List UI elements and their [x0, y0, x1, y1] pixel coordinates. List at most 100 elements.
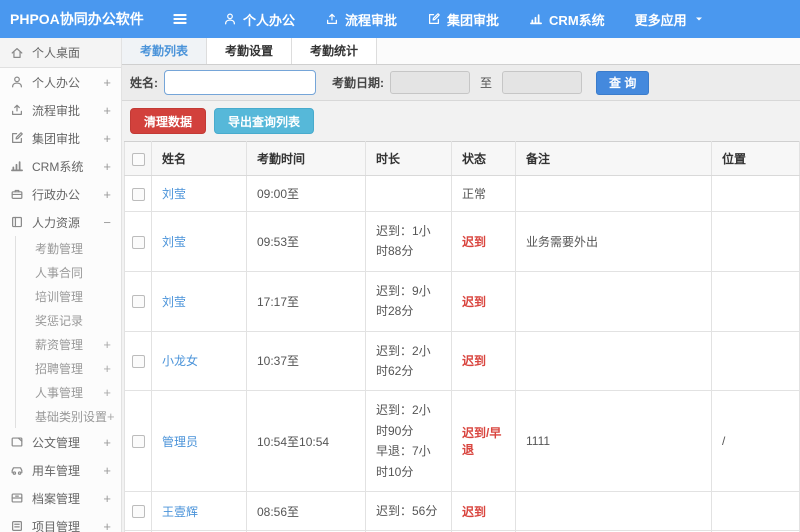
- row-select-cell: [124, 270, 152, 332]
- expand-icon[interactable]: +: [107, 409, 115, 424]
- employee-name-link[interactable]: 刘莹: [162, 187, 186, 201]
- sidebar-item-集团审批[interactable]: 集团审批 +: [0, 124, 121, 152]
- employee-name-link[interactable]: 刘莹: [162, 295, 186, 309]
- tab-考勤统计[interactable]: 考勤统计: [292, 38, 378, 64]
- nav-item-更多应用[interactable]: 更多应用: [635, 10, 705, 29]
- sidebar-item-label: 档案管理: [32, 491, 81, 506]
- sidebar-item-label: 行政办公: [32, 187, 81, 202]
- sidebar-item-CRM系统[interactable]: CRM系统 +: [0, 152, 121, 180]
- nav-item-label: 个人办公: [243, 12, 296, 28]
- sidebar-item-档案管理[interactable]: 档案管理 +: [0, 484, 121, 512]
- sidebar-subitem-考勤管理[interactable]: 考勤管理: [16, 236, 121, 260]
- sidebar-subitem-label: 人事管理: [35, 385, 84, 400]
- export-list-button[interactable]: 导出查询列表: [214, 108, 315, 134]
- name-cell: 小龙女: [151, 330, 247, 392]
- date-from-input[interactable]: [390, 71, 470, 94]
- employee-name-link[interactable]: 管理员: [162, 435, 198, 449]
- employee-name-link[interactable]: 王壹辉: [162, 505, 198, 519]
- tab-考勤列表[interactable]: 考勤列表: [122, 38, 208, 64]
- expand-icon[interactable]: +: [103, 463, 111, 478]
- sidebar-item-用车管理[interactable]: 用车管理 +: [0, 456, 121, 484]
- name-filter-input[interactable]: [164, 70, 316, 95]
- column-header-姓名: 姓名: [151, 141, 247, 176]
- note-cell: [515, 330, 712, 392]
- car-icon: [10, 463, 24, 477]
- upload-icon: [325, 12, 339, 26]
- sidebar-item-个人办公[interactable]: 个人办公 +: [0, 68, 121, 96]
- status-badge: 迟到: [462, 294, 487, 309]
- row-checkbox[interactable]: [131, 355, 145, 369]
- select-all-checkbox[interactable]: [131, 152, 145, 166]
- sidebar-subitem-label: 人事合同: [35, 265, 84, 280]
- hamburger-menu-icon[interactable]: [165, 10, 195, 28]
- sidebar-item-公文管理[interactable]: 公文管理 +: [0, 428, 121, 456]
- user-icon: [223, 12, 237, 26]
- nav-item-label: 集团审批: [447, 12, 500, 28]
- expand-icon[interactable]: +: [103, 435, 111, 450]
- note-cell: 1111: [515, 390, 712, 492]
- sidebar-item-人力资源[interactable]: 人力资源 −: [0, 208, 121, 236]
- caret-down-icon: [693, 13, 705, 25]
- time-cell: 10:54至10:54: [246, 390, 366, 492]
- sidebar-subitem-label: 培训管理: [35, 289, 84, 304]
- employee-name-link[interactable]: 小龙女: [162, 354, 198, 368]
- note-cell: [515, 270, 712, 332]
- expand-icon[interactable]: +: [103, 103, 111, 118]
- nav-item-流程审批[interactable]: 流程审批: [325, 10, 397, 29]
- sidebar-subitem-label: 基础类别设置: [35, 409, 108, 424]
- time-cell: 08:56至: [246, 490, 366, 532]
- expand-icon[interactable]: +: [103, 519, 111, 532]
- expand-icon[interactable]: +: [103, 361, 111, 376]
- expand-icon[interactable]: +: [103, 159, 111, 174]
- name-cell: 刘莹: [151, 211, 247, 272]
- action-bar: 清理数据 导出查询列表: [122, 101, 800, 141]
- note-cell: [515, 490, 712, 532]
- status-badge: 迟到: [462, 354, 487, 369]
- sidebar-item-个人桌面[interactable]: 个人桌面: [0, 38, 121, 68]
- sidebar-subitem-培训管理[interactable]: 培训管理: [16, 284, 121, 308]
- duration-cell: [365, 175, 452, 212]
- expand-icon[interactable]: +: [103, 337, 111, 352]
- sidebar-menu: 个人桌面 个人办公 + 流程审批 + 集团审批 + CRM系统 + 行政办公 + 人力资源 − 考勤管理人…: [0, 38, 121, 532]
- nav-item-label: 更多应用: [634, 12, 687, 28]
- sidebar-item-行政办公[interactable]: 行政办公 +: [0, 180, 121, 208]
- query-button[interactable]: 查 询: [596, 70, 650, 95]
- duration-cell: 迟到：2小时62分: [365, 330, 452, 392]
- sidebar-subitem-基础类别设置[interactable]: 基础类别设置 +: [16, 404, 121, 428]
- expand-icon[interactable]: +: [103, 75, 111, 90]
- expand-icon[interactable]: +: [103, 131, 111, 146]
- table-body: 刘莹 09:00至 正常 刘莹 09:53至 迟到：1小时88分 迟到 业务需要外出 刘莹 17:…: [124, 175, 800, 532]
- attendance-table: 姓名 考勤时间 时长 状态 备注 位置 刘莹 09:00至 正常 刘莹 09:53至 迟到：1小时8…: [124, 141, 800, 532]
- date-to-input[interactable]: [502, 71, 583, 94]
- tab-考勤设置[interactable]: 考勤设置: [207, 38, 293, 64]
- sidebar-item-label: 个人办公: [32, 75, 81, 90]
- sidebar-subitem-人事合同[interactable]: 人事合同: [16, 260, 121, 284]
- row-select-cell: [124, 211, 152, 272]
- topnav-menu: 个人办公 流程审批 集团审批 CRM系统 更多应用: [223, 10, 705, 29]
- clean-data-button[interactable]: 清理数据: [130, 108, 207, 134]
- table-row: 刘莹 09:00至 正常: [124, 175, 800, 212]
- nav-item-个人办公[interactable]: 个人办公: [223, 10, 295, 29]
- row-checkbox[interactable]: [131, 235, 145, 249]
- row-checkbox[interactable]: [131, 187, 145, 201]
- row-checkbox[interactable]: [131, 295, 145, 309]
- sidebar-subitem-薪资管理[interactable]: 薪资管理 +: [16, 332, 121, 356]
- sidebar-item-流程审批[interactable]: 流程审批 +: [0, 96, 121, 124]
- collapse-icon[interactable]: −: [103, 215, 111, 230]
- duration-cell: 迟到：9小时28分: [365, 270, 452, 332]
- sidebar: 个人桌面 个人办公 + 流程审批 + 集团审批 + CRM系统 + 行政办公 + 人力资源 − 考勤管理人…: [0, 38, 122, 532]
- nav-item-CRM系统[interactable]: CRM系统: [529, 10, 605, 29]
- nav-item-集团审批[interactable]: 集团审批: [427, 10, 499, 29]
- row-checkbox[interactable]: [131, 505, 145, 519]
- upload-icon: [10, 103, 24, 117]
- sidebar-item-项目管理[interactable]: 项目管理 +: [0, 512, 121, 532]
- sidebar-subitem-招聘管理[interactable]: 招聘管理 +: [16, 356, 121, 380]
- expand-icon[interactable]: +: [103, 187, 111, 202]
- expand-icon[interactable]: +: [103, 385, 111, 400]
- sidebar-subitem-奖惩记录[interactable]: 奖惩记录: [16, 308, 121, 332]
- expand-icon[interactable]: +: [103, 491, 111, 506]
- nav-item-label: CRM系统: [549, 12, 605, 28]
- employee-name-link[interactable]: 刘莹: [162, 235, 186, 249]
- row-checkbox[interactable]: [131, 435, 145, 449]
- sidebar-subitem-人事管理[interactable]: 人事管理 +: [16, 380, 121, 404]
